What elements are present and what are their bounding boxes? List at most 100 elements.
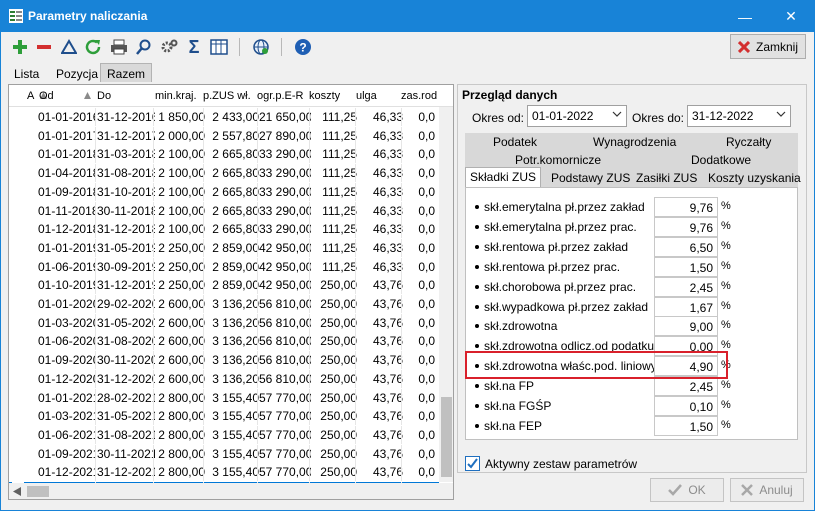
parameter-value-field[interactable]: 9,76 xyxy=(654,197,718,217)
to-date-select[interactable]: 31-12-2022 xyxy=(687,105,791,127)
table-row[interactable]: 01-06-2019 30-09-2019 2 250,00 2 859,00 42 9… xyxy=(9,257,439,276)
vertical-scroll-thumb[interactable] xyxy=(441,397,452,477)
parameters-grid[interactable]: A Od Do min.kraj. p.ZUS wł. ogr.p.E-R ko… xyxy=(8,84,454,500)
active-set-checkbox[interactable] xyxy=(465,456,480,471)
table-row[interactable]: 01-09-2020 30-11-2020 2 600,00 3 136,20 56 8… xyxy=(9,351,439,370)
tab-lista[interactable]: Lista xyxy=(7,63,46,82)
search-icon[interactable] xyxy=(134,37,154,57)
remove-icon[interactable] xyxy=(34,37,54,57)
table-row[interactable]: 01-03-2020 31-05-2020 2 600,00 3 136,20 56 8… xyxy=(9,313,439,332)
cancel-button[interactable]: Anuluj xyxy=(730,478,804,502)
col-header-a[interactable]: A xyxy=(27,90,34,102)
parameter-value-field[interactable]: 1,50 xyxy=(654,415,718,436)
table-row[interactable]: 01-09-2018 31-10-2018 2 100,00 2 665,80 33 2… xyxy=(9,182,439,201)
table-cell: 46,33 xyxy=(372,147,403,162)
table-row[interactable]: 01-06-2020 31-08-2020 2 600,00 3 136,20 56 8… xyxy=(9,332,439,351)
parameter-value-field[interactable]: 9,76 xyxy=(654,216,718,237)
grid-line xyxy=(401,108,402,126)
checkmark-icon xyxy=(668,484,683,496)
tab-ryczalty[interactable]: Ryczałty xyxy=(726,135,771,149)
from-date-select[interactable]: 01-01-2022 xyxy=(527,105,627,127)
tab-podatek[interactable]: Podatek xyxy=(493,135,537,149)
table-row[interactable]: 01-12-2018 31-12-2018 2 100,00 2 665,80 33 2… xyxy=(9,220,439,239)
table-cell: 01-01-2019 xyxy=(38,240,96,255)
col-header-ogr[interactable]: ogr.p.E-R xyxy=(257,90,303,102)
scroll-left-icon[interactable] xyxy=(13,487,21,496)
parameter-value-field[interactable]: 1,50 xyxy=(654,256,718,277)
table-row[interactable]: 01-12-2020 31-12-2020 2 600,00 3 136,20 56 8… xyxy=(9,369,439,388)
table-cell: 01-01-2021 xyxy=(38,390,96,405)
minimize-button[interactable]: — xyxy=(722,1,768,32)
table-row[interactable]: 01-04-2018 31-08-2018 2 100,00 2 665,80 33 2… xyxy=(9,164,439,183)
tab-skladki-zus[interactable]: Składki ZUS xyxy=(465,167,541,187)
close-button[interactable]: Zamknij xyxy=(730,34,806,59)
parameter-value-field[interactable]: 2,45 xyxy=(654,376,718,397)
globe-icon[interactable] xyxy=(251,37,271,57)
col-header-zas-rod[interactable]: zas.rod xyxy=(401,90,437,102)
grid-line xyxy=(355,201,356,220)
add-icon[interactable] xyxy=(10,37,30,57)
table-row[interactable]: 01-01-2017 31-12-2017 2 000,00 2 557,80 27 8… xyxy=(9,126,439,145)
table-cell: 57 770,00 xyxy=(259,446,311,461)
tab-razem[interactable]: Razem xyxy=(100,63,153,82)
table-row[interactable]: 01-10-2019 31-12-2019 2 250,00 2 859,00 42 9… xyxy=(9,276,439,295)
vertical-scrollbar[interactable] xyxy=(439,107,453,482)
table-cell: 3 155,40 xyxy=(212,390,259,405)
table-row[interactable]: 01-09-2021 30-11-2021 2 800,00 3 155,40 57 7… xyxy=(9,444,439,463)
col-header-koszty[interactable]: koszty xyxy=(309,90,340,102)
parameter-row: skł.rentowa pł.przez zakład 6,50% xyxy=(466,236,799,257)
parameter-value-field[interactable]: 2,45 xyxy=(654,276,718,297)
table-cell: 2 250,00 xyxy=(158,240,205,255)
tab-pozycja[interactable]: Pozycja xyxy=(49,63,105,82)
horizontal-scroll-thumb[interactable] xyxy=(27,486,49,497)
col-header-od[interactable]: Od xyxy=(39,90,54,102)
table-cell: 1 850,00 xyxy=(158,110,205,124)
table-row[interactable]: 01-01-2021 28-02-2021 2 800,00 3 155,40 57 7… xyxy=(9,388,439,407)
col-header-do[interactable]: Do xyxy=(97,90,111,102)
percent-unit: % xyxy=(721,379,731,392)
table-row[interactable]: 01-01-2020 29-02-2020 2 600,00 3 136,20 56 8… xyxy=(9,295,439,313)
table-row[interactable]: 01-01-2019 31-05-2019 2 250,00 2 859,00 42 9… xyxy=(9,238,439,257)
col-header-p-zus[interactable]: p.ZUS wł. xyxy=(203,90,251,102)
refresh-icon[interactable] xyxy=(83,37,103,57)
horizontal-scrollbar[interactable] xyxy=(9,483,453,499)
close-window-button[interactable]: ✕ xyxy=(768,1,814,32)
table-row[interactable]: 01-01-2018 31-03-2018 2 100,00 2 665,80 33 2… xyxy=(9,145,439,164)
tab-dodatkowe[interactable]: Dodatkowe xyxy=(691,153,751,167)
parameter-value-field[interactable]: 9,00 xyxy=(654,316,718,337)
grid-line xyxy=(203,126,204,145)
table-row[interactable]: 01-06-2021 31-08-2021 2 800,00 3 155,40 57 7… xyxy=(9,425,439,444)
col-header-min-kraj[interactable]: min.kraj. xyxy=(155,90,197,102)
grid-line xyxy=(203,369,204,388)
settings-icon[interactable] xyxy=(159,37,179,57)
tab-koszty-uzyskania[interactable]: Koszty uzyskania xyxy=(708,171,801,185)
tab-zasilki-zus[interactable]: Zasiłki ZUS xyxy=(636,171,697,185)
parameter-row: skł.zdrowotna 9,00% xyxy=(466,316,799,337)
table-cell: 2 800,00 xyxy=(158,409,205,424)
sum-icon[interactable]: Σ xyxy=(184,37,204,57)
grid-line xyxy=(309,444,310,463)
table-row[interactable]: 01-11-2018 30-11-2018 2 100,00 2 665,80 33 2… xyxy=(9,201,439,220)
col-header-ulga[interactable]: ulga xyxy=(356,90,377,102)
parameter-value-field[interactable]: 1,67 xyxy=(654,296,718,317)
table-row[interactable]: 01-03-2021 31-05-2021 2 800,00 3 155,40 57 7… xyxy=(9,407,439,426)
tab-wynagrodzenia[interactable]: Wynagrodzenia xyxy=(593,135,676,149)
from-date-value: 01-01-2022 xyxy=(532,109,594,123)
table-cell: 31-08-2021 xyxy=(97,427,155,442)
filter-icon[interactable] xyxy=(59,37,79,57)
parameter-value-field[interactable]: 6,50 xyxy=(654,236,718,257)
tab-potr-komornicze[interactable]: Potr.komornicze xyxy=(515,153,601,167)
print-icon[interactable] xyxy=(109,37,129,57)
table-row[interactable]: 01-12-2021 31-12-2021 2 800,00 3 155,40 57 7… xyxy=(9,463,439,482)
ok-button[interactable]: OK xyxy=(650,478,724,502)
table-row[interactable]: 01-01-2016 31-12-2016 1 850,00 2 433,00 21 6… xyxy=(9,108,439,126)
tab-podstawy-zus[interactable]: Podstawy ZUS xyxy=(551,171,630,185)
columns-icon[interactable] xyxy=(209,37,229,57)
grid-line xyxy=(153,332,154,351)
table-cell: 0,0 xyxy=(418,222,435,237)
table-cell: 2 100,00 xyxy=(158,184,205,199)
grid-line xyxy=(153,108,154,126)
help-icon[interactable]: ? xyxy=(293,37,313,57)
parameter-value-field[interactable]: 0,10 xyxy=(654,396,718,416)
table-cell: 31-12-2021 xyxy=(97,465,155,480)
